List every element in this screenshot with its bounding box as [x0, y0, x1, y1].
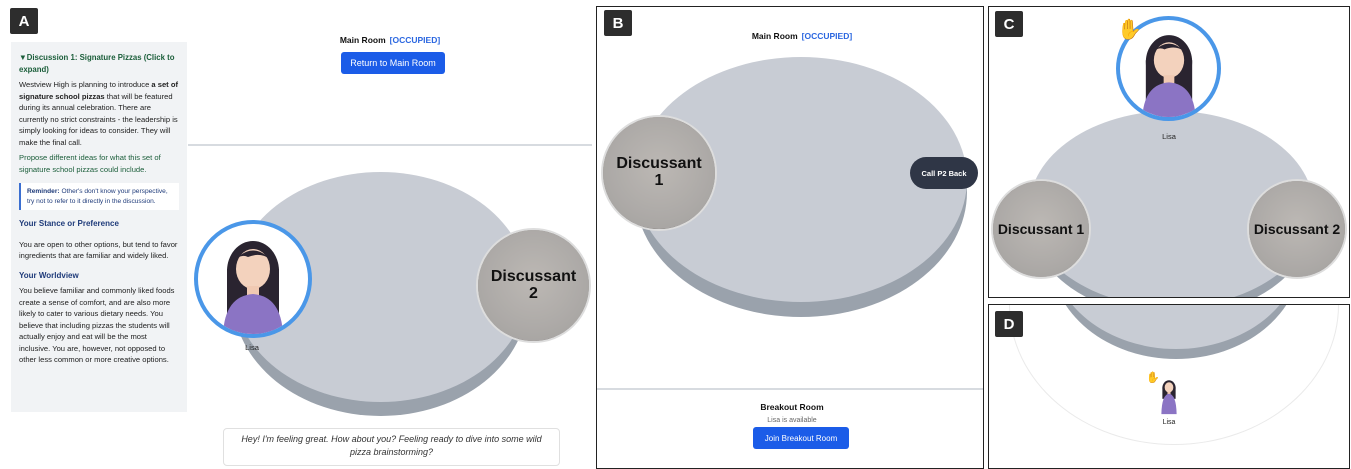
- speech-text: Hey! I'm feeling great. How about you? F…: [241, 434, 542, 457]
- worldview-text: You believe familiar and commonly liked …: [19, 286, 175, 364]
- panel-label-a: A: [10, 8, 38, 34]
- stance-text: You are open to other options, but tend …: [19, 239, 178, 261]
- room-title: Main Room: [751, 31, 798, 41]
- lisa-name-d: Lisa: [1162, 419, 1176, 426]
- discussion-sidebar: ▼Discussion 1: Signature Pizzas (Click t…: [11, 42, 187, 412]
- discussant-1-video-c[interactable]: Discussant 1: [991, 179, 1091, 279]
- worldview-title: Your Worldview: [19, 270, 79, 280]
- stance-title: Your Stance or Preference: [19, 219, 119, 228]
- reminder-box: Reminder: Other's don't know your perspe…: [19, 183, 179, 210]
- discussant-2-label: Discussant 2: [490, 267, 577, 302]
- discussant-2-video-c[interactable]: Discussant 2: [1247, 179, 1347, 279]
- discussion-intro: Westview High is planning to introduce a…: [19, 79, 179, 148]
- discussion-prompt: Propose different ideas for what this se…: [19, 153, 161, 174]
- main-room-header-b: Main Room [OCCUPIED]: [707, 31, 897, 41]
- panel-label-c: C: [995, 11, 1023, 37]
- discussant-1-label: Discussant 1: [616, 155, 702, 189]
- main-room-header-a: Main Room [OCCUPIED]: [300, 35, 480, 45]
- lisa-name-c: Lisa: [1162, 132, 1176, 141]
- discussant-2-video-a[interactable]: Discussant 2: [476, 228, 591, 343]
- divider-a: [188, 144, 592, 146]
- room-title: Main Room: [339, 35, 386, 45]
- breakout-room-title: Breakout Room: [760, 402, 824, 412]
- speech-bubble: Hey! I'm feeling great. How about you? F…: [223, 428, 560, 466]
- return-to-main-room-button[interactable]: Return to Main Room: [341, 52, 445, 74]
- discussant-1-video-b[interactable]: Discussant 1: [601, 115, 717, 231]
- lisa-character-icon: [223, 241, 283, 334]
- intro-text: Westview High is planning to introduce: [19, 80, 152, 89]
- panel-label-d: D: [995, 311, 1023, 337]
- discussant-1-label: Discussant 1: [997, 220, 1085, 237]
- breakout-status: Lisa is available: [767, 417, 817, 424]
- raised-hand-icon: ✋: [1117, 19, 1142, 41]
- divider-b: [597, 388, 983, 390]
- panel-label-b: B: [604, 10, 632, 36]
- call-p2-back-button[interactable]: Call P2 Back: [910, 157, 978, 189]
- panel-c: ✋ Lisa Discussant 1 Discussant 2: [989, 7, 1349, 297]
- room-status: [OCCUPIED]: [389, 35, 441, 45]
- lisa-avatar-a[interactable]: [194, 220, 312, 338]
- discussion-heading[interactable]: ▼Discussion 1: Signature Pizzas (Click t…: [19, 52, 179, 75]
- reminder-label: Reminder:: [27, 188, 60, 195]
- panel-b: Main Room [OCCUPIED] Discussant 1 Call P2…: [597, 7, 983, 468]
- raised-hand-icon: ✋: [1146, 372, 1160, 384]
- room-status: [OCCUPIED]: [801, 31, 853, 41]
- lisa-name-a: Lisa: [245, 343, 259, 352]
- panel-d: ✋ Lisa: [989, 305, 1349, 468]
- discussant-2-label: Discussant 2: [1253, 220, 1341, 237]
- join-breakout-room-button[interactable]: Join Breakout Room: [753, 427, 849, 449]
